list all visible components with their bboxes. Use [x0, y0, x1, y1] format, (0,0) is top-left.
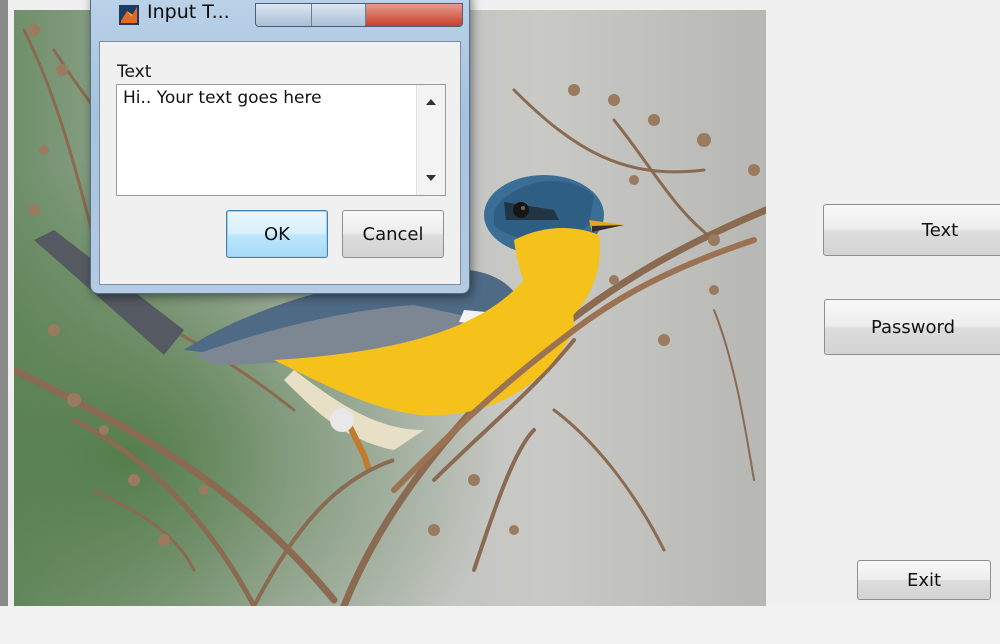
text-input-scrollbar[interactable] — [416, 85, 445, 195]
minimize-button[interactable] — [256, 4, 312, 26]
input-dialog: Input T... Text Hi.. Your text goes here… — [90, 0, 470, 294]
matlab-icon — [119, 5, 139, 25]
text-field-label: Text — [117, 62, 152, 82]
figure-bottom-area — [0, 606, 1000, 644]
maximize-button[interactable] — [312, 4, 366, 26]
text-input[interactable]: Hi.. Your text goes here — [119, 86, 415, 194]
arrow-up-icon[interactable] — [426, 99, 436, 105]
text-input-box: Hi.. Your text goes here — [116, 84, 446, 196]
dialog-titlebar[interactable]: Input T... — [91, 0, 469, 29]
dialog-title: Input T... — [147, 1, 230, 23]
close-button[interactable] — [366, 4, 462, 26]
text-button[interactable]: Text — [823, 204, 1000, 256]
ok-button[interactable]: OK — [226, 210, 328, 258]
dialog-body: Text Hi.. Your text goes here OK Cancel — [99, 41, 461, 285]
arrow-down-icon[interactable] — [426, 175, 436, 181]
password-button[interactable]: Password — [824, 299, 1000, 355]
figure-window: Text Password Exit Input T... Text Hi.. … — [0, 0, 1000, 644]
cancel-button[interactable]: Cancel — [342, 210, 444, 258]
exit-button[interactable]: Exit — [857, 560, 991, 600]
window-left-edge — [0, 0, 8, 644]
window-controls — [255, 3, 463, 27]
